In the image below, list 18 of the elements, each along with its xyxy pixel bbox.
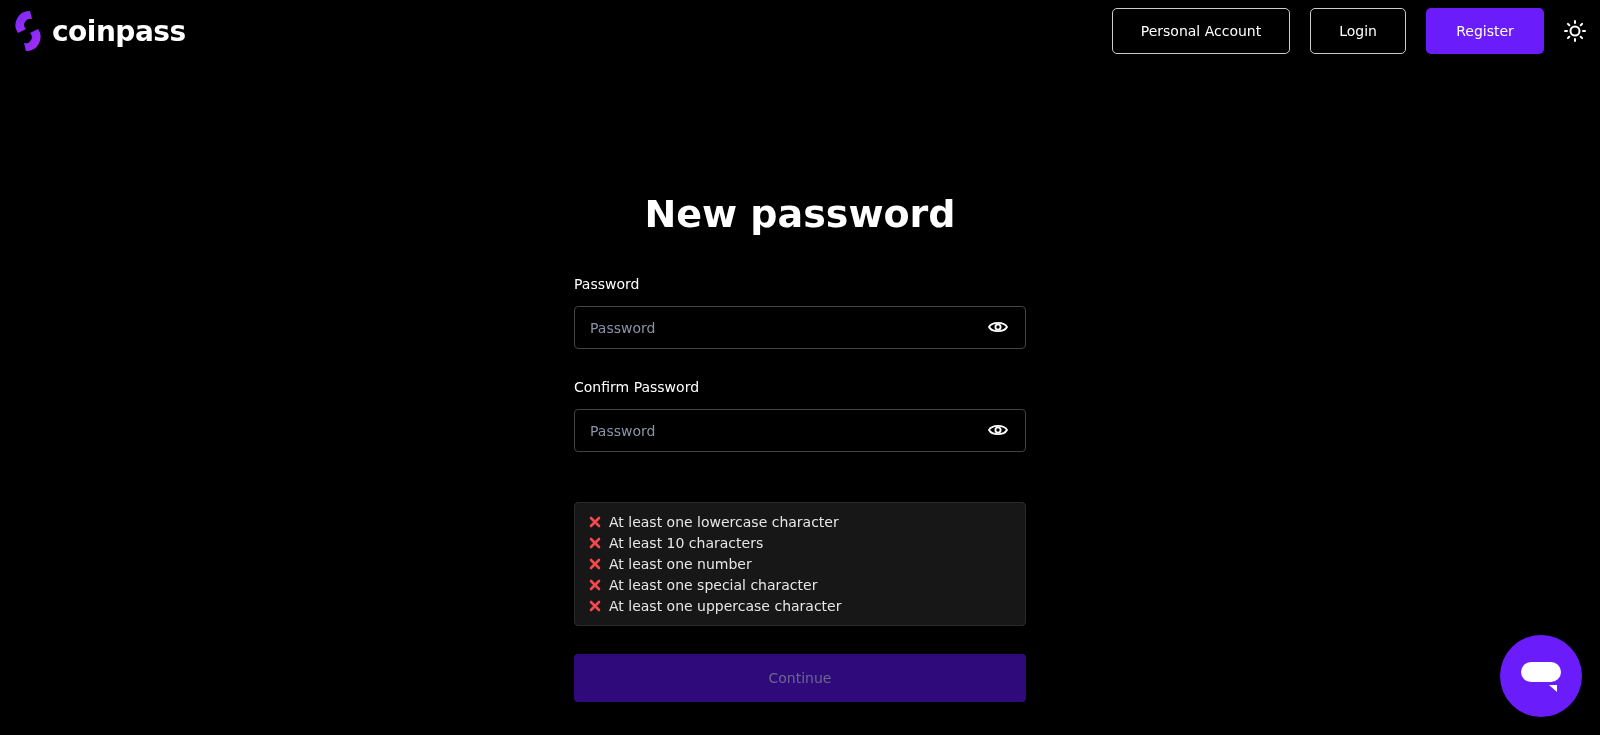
theme-toggle-icon[interactable] <box>1564 20 1586 42</box>
requirement-text: At least one special character <box>609 577 818 593</box>
eye-icon[interactable] <box>988 423 1008 437</box>
password-field[interactable]: Password <box>574 306 1026 349</box>
eye-icon[interactable] <box>988 320 1008 334</box>
password-field[interactable]: Password <box>574 409 1026 452</box>
field-label: Password <box>574 276 641 292</box>
requirement-text: At least one lowercase character <box>609 514 839 530</box>
header-button[interactable]: Login <box>1310 8 1406 54</box>
header-button[interactable]: Personal Account <box>1111 8 1291 54</box>
page-title: New password <box>643 192 957 236</box>
header-button[interactable]: Register <box>1426 8 1544 54</box>
logo-wordmark: coinpass <box>52 14 186 48</box>
field-label: Confirm Password <box>574 379 701 395</box>
requirement-text: At least one uppercase character <box>609 598 842 614</box>
chat-bubble-icon <box>1520 659 1562 693</box>
requirement-text: At least one number <box>609 556 752 572</box>
requirement-text: At least 10 characters <box>609 535 764 551</box>
